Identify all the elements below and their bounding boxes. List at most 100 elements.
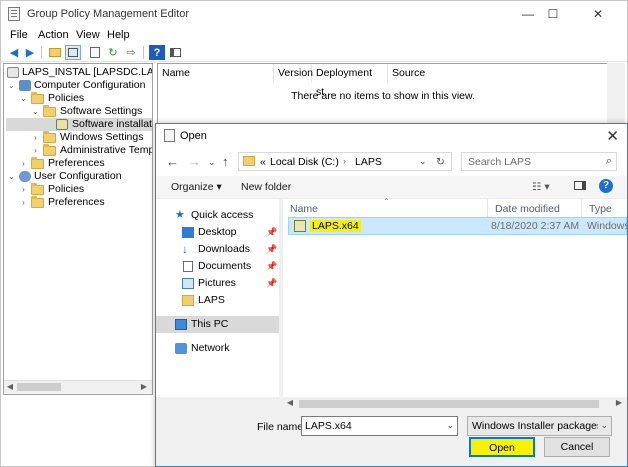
tree-root[interactable]: LAPS_INSTAL [LAPSDC.LAPS.CC [6,66,152,79]
menu-view[interactable]: View [76,29,100,41]
dialog-title-bar: Open ✕ [156,124,627,149]
scroll-left-icon[interactable]: ◀ [284,397,296,409]
chevron-right-icon[interactable]: › [31,131,40,144]
column-version[interactable]: Version [274,64,313,83]
dialog-command-bar: Organize ▾ New folder ☷ ▾ ? [156,176,627,199]
pin-icon[interactable]: 📌 [266,258,277,275]
nav-item-documents[interactable]: Documents 📌 [156,258,279,275]
tree-administrative-templates[interactable]: › Administrative Temp [6,144,152,157]
help-icon[interactable]: ? [149,45,165,60]
file-row[interactable]: LAPS.x64 8/18/2020 2:37 AM Windows [288,217,628,235]
close-button[interactable]: ✕ [576,1,620,27]
tree-software-settings[interactable]: ⌄ Software Settings [6,105,152,118]
menu-help[interactable]: Help [107,29,130,41]
tree-user-preferences[interactable]: › Preferences [6,196,152,209]
open-button[interactable]: Open [469,437,535,457]
search-icon[interactable]: ⌕ [606,155,612,168]
tree-user-policies[interactable]: › Policies [6,183,152,196]
column-deployment-state[interactable]: Deployment st... [312,64,388,98]
pin-icon[interactable]: 📌 [266,241,277,258]
file-name: LAPS.x64 [310,220,361,232]
tree-preferences[interactable]: › Preferences [6,157,152,170]
show-hide-tree-icon[interactable] [65,45,81,60]
dialog-close-button[interactable]: ✕ [606,127,619,145]
chevron-down-icon[interactable]: ⌄ [19,92,28,105]
view-options-icon[interactable]: ☷ ▾ [532,181,550,193]
chevron-right-icon[interactable]: › [31,144,40,157]
chevron-down-icon[interactable]: ⌄ [600,420,608,431]
address-segment-laps[interactable]: LAPS [355,156,382,168]
chevron-right-icon[interactable]: › [19,196,28,209]
column-name[interactable]: Name [158,64,274,83]
column-file-name[interactable]: Name [283,199,488,219]
chevron-down-icon[interactable]: ⌄ [7,170,16,183]
cancel-button[interactable]: Cancel [544,437,610,457]
chevron-down-icon[interactable]: ⌄ [419,156,427,167]
nav-item-this-pc[interactable]: This PC [156,316,279,333]
action-pane-icon[interactable] [167,45,183,60]
column-date-modified[interactable]: Date modified [488,199,582,219]
tree-horizontal-scrollbar[interactable]: ◀ ▶ [4,380,152,393]
folder-icon [182,295,194,306]
search-input[interactable]: Search LAPS ⌕ [461,152,617,171]
back-arrow-icon[interactable]: ◀ [6,45,22,60]
up-arrow-icon[interactable]: ↑ [222,154,229,169]
nav-item-quick-access[interactable]: ★ Quick access [156,207,279,224]
tree-computer-configuration[interactable]: ⌄ Computer Configuration [6,79,152,92]
scroll-left-icon[interactable]: ◀ [4,381,16,393]
dialog-navigation-pane: ★ Quick access Desktop 📌 ↓ Downloads 📌 D… [156,199,279,397]
forward-arrow-icon[interactable]: ▶ [22,45,38,60]
column-source[interactable]: Source [388,64,468,83]
chevron-right-icon[interactable]: › [19,183,28,196]
network-icon [175,343,187,354]
back-arrow-icon[interactable]: ← [166,154,179,169]
properties-icon[interactable] [87,45,103,60]
nav-item-pictures[interactable]: Pictures 📌 [156,275,279,292]
preview-pane-icon[interactable] [574,181,586,193]
refresh-icon[interactable]: ↻ [436,156,445,168]
computer-icon [175,319,187,330]
scroll-right-icon[interactable]: ▶ [613,397,625,409]
new-folder-button[interactable]: New folder [241,181,291,193]
chevron-right-icon[interactable]: › [343,156,346,166]
folder-icon [243,156,255,166]
organize-button[interactable]: Organize ▾ [171,181,222,193]
scroll-right-icon[interactable]: ▶ [138,381,150,393]
nav-item-downloads[interactable]: ↓ Downloads 📌 [156,241,279,258]
menu-action[interactable]: Action [38,29,69,41]
nav-item-laps[interactable]: LAPS [156,292,279,309]
address-overflow[interactable]: « [260,156,266,168]
refresh-icon[interactable]: ↻ [105,45,121,60]
address-segment-local-disk[interactable]: Local Disk (C:) [270,156,339,168]
file-name-field[interactable]: LAPS.x64 ⌄ [301,416,458,436]
nav-item-desktop[interactable]: Desktop 📌 [156,224,279,241]
title-bar: Group Policy Management Editor — ☐ ✕ [1,1,627,27]
up-folder-icon[interactable] [47,45,63,60]
file-type-select[interactable]: Windows Installer packages (*.r ⌄ [467,416,612,436]
folder-icon [31,183,44,195]
tree-policies[interactable]: ⌄ Policies [6,92,152,105]
tree-software-installation[interactable]: Software installat [6,118,152,131]
chevron-right-icon[interactable]: › [19,157,28,170]
tree-user-configuration[interactable]: ⌄ User Configuration [6,170,152,183]
tree-windows-settings[interactable]: › Windows Settings [6,131,152,144]
scroll-thumb[interactable] [299,400,599,408]
forward-arrow-icon[interactable]: → [188,154,201,169]
maximize-button[interactable]: ☐ [531,1,575,27]
pin-icon[interactable]: 📌 [266,224,277,241]
column-type[interactable]: Type [582,199,627,219]
export-list-icon[interactable]: ⇨ [123,45,139,60]
nav-item-network[interactable]: Network [156,340,279,357]
file-list-horizontal-scrollbar[interactable]: ◀ ▶ [283,397,627,411]
chevron-down-icon[interactable]: ⌄ [31,105,40,118]
recent-locations-icon[interactable]: ⌄ [208,157,216,168]
menu-file[interactable]: File [10,29,28,41]
file-type: Windows [587,220,628,232]
address-bar[interactable]: « Local Disk (C:) › LAPS ⌄ ↻ [238,152,452,171]
pin-icon[interactable]: 📌 [266,275,277,292]
chevron-down-icon[interactable]: ⌄ [7,79,16,92]
star-icon: ★ [175,209,185,221]
scroll-thumb[interactable] [17,383,61,391]
help-icon[interactable]: ? [599,179,613,193]
chevron-down-icon[interactable]: ⌄ [446,420,454,431]
